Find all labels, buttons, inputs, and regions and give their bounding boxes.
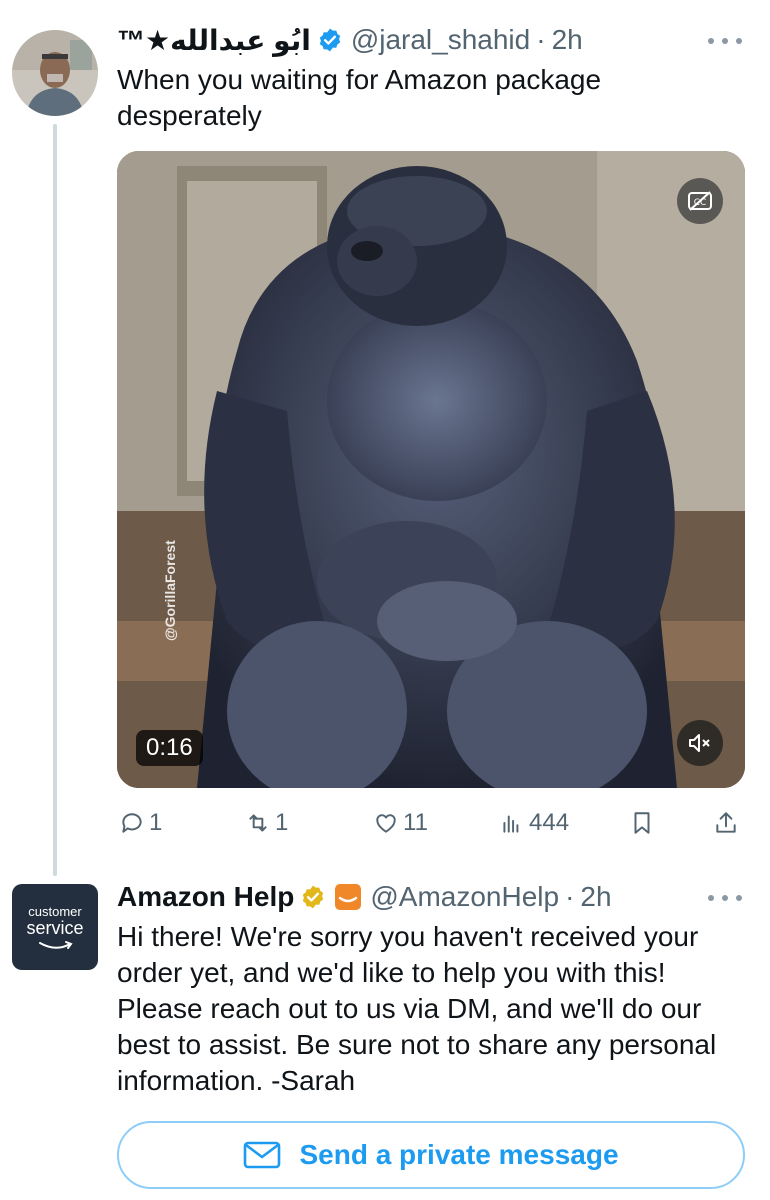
reply-icon (122, 813, 142, 833)
video-watermark: @GorillaForest (162, 540, 178, 641)
tweet-header: ابُو عبدالله★™ @jaral_shahid · 2h (117, 20, 583, 60)
tweet-actions: 1 1 11 444 (117, 806, 745, 840)
speaker-muted-glyph (689, 734, 710, 752)
timestamp[interactable]: 2h (552, 24, 583, 56)
more-icon[interactable] (708, 893, 742, 903)
more-icon[interactable] (708, 36, 742, 46)
reply-count: 1 (149, 809, 163, 836)
views-icon (503, 815, 519, 833)
mute-icon[interactable] (677, 720, 723, 766)
like-icon (376, 814, 396, 833)
tweet-original: ابُو عبدالله★™ @jaral_shahid · 2h When y… (0, 0, 770, 860)
views-count: 444 (529, 809, 570, 836)
bookmark-button[interactable] (629, 806, 655, 840)
avatar-photo (12, 30, 98, 116)
like-button[interactable]: 11 (373, 806, 428, 840)
send-private-message-button[interactable]: Send a private message (117, 1121, 745, 1189)
display-name[interactable]: ابُو عبدالله★™ (117, 24, 311, 57)
avatar-jaral-shahid[interactable] (12, 30, 98, 116)
avatar-amazon-help[interactable]: customer service (12, 884, 98, 970)
cc-glyph: CC (688, 191, 712, 211)
bookmark-icon (634, 812, 650, 834)
amazon-smile-icon (39, 941, 73, 949)
repost-icon (249, 814, 267, 832)
handle[interactable]: @AmazonHelp (370, 881, 559, 913)
separator-dot: · (536, 24, 546, 55)
svg-text:CC: CC (694, 198, 707, 208)
tweet-text: When you waiting for Amazon package desp… (117, 64, 602, 131)
display-name[interactable]: Amazon Help (117, 881, 294, 913)
repost-count: 1 (275, 809, 289, 836)
avatar-text-customer: customer (28, 904, 82, 919)
verified-business-icon (303, 885, 324, 909)
verified-icon (319, 28, 340, 52)
tweet-text: Hi there! We're sorry you haven't receiv… (117, 921, 717, 1096)
avatar-text-service: service (26, 918, 84, 938)
mail-icon (244, 1141, 281, 1169)
separator-dot: · (565, 881, 575, 912)
views-button[interactable]: 444 (499, 806, 569, 840)
reply-button[interactable]: 1 (119, 806, 162, 840)
video-frame-gorilla (117, 151, 745, 788)
video-duration: 0:16 (136, 730, 203, 766)
like-count: 11 (403, 809, 428, 836)
tweet-header: Amazon Help @AmazonHelp · 2h (117, 877, 612, 917)
share-icon (716, 812, 736, 833)
repost-button[interactable]: 1 (245, 806, 288, 840)
handle[interactable]: @jaral_shahid (351, 24, 530, 56)
amazon-affiliate-badge-icon[interactable] (334, 883, 362, 911)
video-player[interactable]: @GorillaForest CC 0:16 (117, 151, 745, 788)
send-private-message-label: Send a private message (299, 1139, 619, 1170)
cc-icon[interactable]: CC (677, 178, 723, 224)
share-button[interactable] (713, 806, 739, 840)
timestamp[interactable]: 2h (580, 881, 611, 913)
